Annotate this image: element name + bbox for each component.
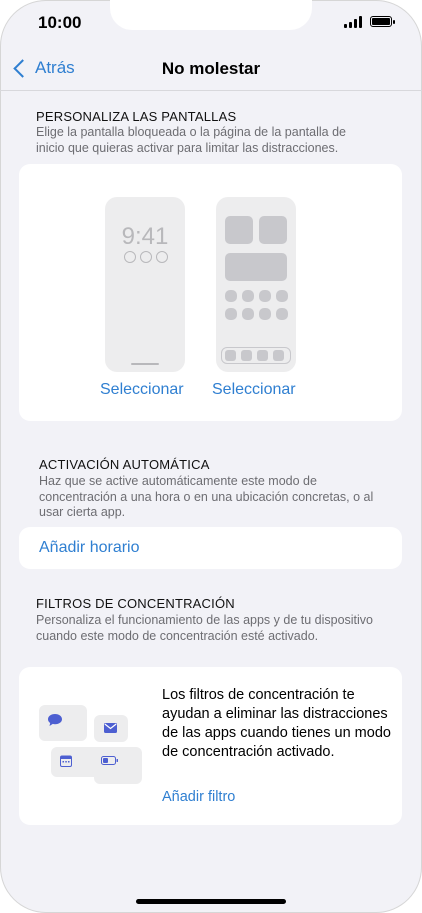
filters-section-title: FILTROS DE CONCENTRACIÓN	[36, 596, 235, 611]
select-lock-screen-button[interactable]: Seleccionar	[100, 381, 184, 399]
home-screen-preview[interactable]	[216, 197, 296, 372]
screens-section-title: PERSONALIZA LAS PANTALLAS	[36, 109, 237, 124]
app-tile	[259, 308, 271, 320]
status-time: 10:00	[38, 13, 82, 32]
battery-status-icon	[370, 16, 395, 27]
app-tile	[276, 290, 288, 302]
status-bar: 10:00	[0, 0, 422, 46]
select-home-screen-button[interactable]: Seleccionar	[212, 381, 296, 399]
signal-icon	[344, 16, 364, 28]
lock-screen-preview[interactable]: 9:41	[105, 197, 185, 372]
mail-icon	[104, 723, 117, 733]
filters-section-description: Personaliza el funcionamiento de las app…	[36, 613, 374, 643]
calendar-icon	[60, 755, 72, 767]
app-tile	[225, 290, 237, 302]
filters-info-text: Los filtros de concentración te ayudan a…	[162, 687, 391, 760]
widget-circles	[124, 251, 168, 263]
app-tile	[276, 308, 288, 320]
add-filter-button[interactable]: Añadir filtro	[162, 789, 235, 805]
navigation-bar: Atrás No molestar	[0, 46, 422, 91]
auto-section-description: Haz que se active automáticamente este m…	[39, 474, 374, 519]
home-indicator[interactable]	[136, 899, 286, 904]
page-title: No molestar	[161, 59, 261, 78]
app-tile	[242, 290, 254, 302]
app-tile	[242, 308, 254, 320]
app-tile	[259, 290, 271, 302]
home-bar	[131, 363, 159, 365]
add-schedule-button[interactable]: Añadir horario	[39, 539, 140, 557]
screens-section-description: Elige la pantalla bloqueada o la página …	[36, 125, 346, 155]
widget-tile	[259, 216, 287, 244]
lock-preview-time: 9:41	[121, 223, 169, 250]
dock	[221, 347, 291, 364]
add-schedule-row[interactable]: Añadir horario	[19, 527, 402, 569]
screens-card: 9:41 Seleccionar Seleccionar	[19, 164, 402, 421]
widget-tile-wide	[225, 253, 287, 281]
chat-bubble-icon	[48, 714, 62, 726]
widget-tile	[225, 216, 253, 244]
auto-section-title: ACTIVACIÓN AUTOMÁTICA	[39, 457, 210, 472]
battery-icon	[101, 756, 118, 765]
app-tile	[225, 308, 237, 320]
phone-screen: 10:00 Atrás No molestar PERSONALIZA LAS …	[0, 0, 422, 913]
